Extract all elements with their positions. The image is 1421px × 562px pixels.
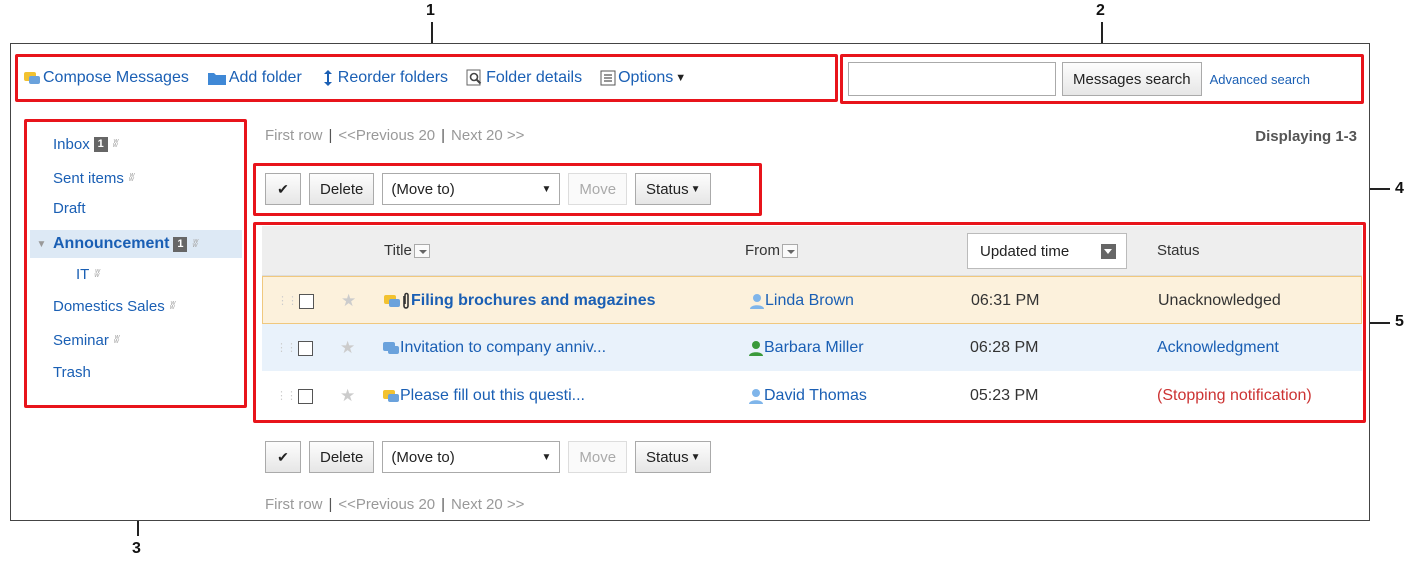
subscribe-icon: ʬ <box>112 138 119 150</box>
move-button[interactable]: Move <box>568 441 628 473</box>
first-row-link[interactable]: First row <box>265 127 323 144</box>
move-button[interactable]: Move <box>568 173 628 205</box>
message-title-link[interactable]: Invitation to company anniv... <box>400 339 606 357</box>
message-read-icon <box>383 342 399 354</box>
subscribe-icon: ʬ <box>128 172 135 184</box>
row-checkbox[interactable] <box>299 293 314 309</box>
message-title-link[interactable]: Filing brochures and magazines <box>411 292 656 310</box>
updated-time: 05:23 PM <box>970 387 1039 404</box>
from-column-header[interactable]: From <box>745 242 798 259</box>
subscribe-icon: ʬ <box>113 334 120 346</box>
displaying-count: Displaying 1-3 <box>1255 128 1357 145</box>
callout-3: 3 <box>132 540 141 557</box>
previous-page-link[interactable]: <<Previous 20 <box>338 127 435 144</box>
updated-time: 06:28 PM <box>970 339 1039 356</box>
next-page-link[interactable]: Next 20 >> <box>451 127 524 144</box>
folder-trash[interactable]: Trash <box>30 360 242 384</box>
previous-page-link[interactable]: <<Previous 20 <box>338 496 435 513</box>
chevron-down-icon: ▼ <box>690 183 701 195</box>
folder-sidebar: Inbox 1 ʬ Sent items ʬ Draft ▼ Announcem… <box>30 126 242 384</box>
folder-inbox[interactable]: Inbox 1 ʬ <box>30 132 242 156</box>
status-column-header: Status <box>1157 242 1200 259</box>
row-checkbox[interactable] <box>298 388 313 404</box>
attachment-icon <box>403 292 409 309</box>
sort-dropdown-icon[interactable] <box>413 243 430 258</box>
star-icon[interactable]: ★ <box>341 291 356 311</box>
table-row[interactable]: ⋮⋮ ★ Please fill out this questi... Davi… <box>262 372 1362 420</box>
folder-sent-items[interactable]: Sent items ʬ <box>30 166 242 190</box>
status-menu-button[interactable]: Status ▼ <box>635 173 712 205</box>
status-text: (Stopping notification) <box>1157 387 1312 404</box>
drag-handle-icon[interactable]: ⋮⋮ <box>277 277 298 325</box>
user-icon <box>749 341 763 356</box>
status-link[interactable]: Acknowledgment <box>1157 324 1279 372</box>
callout-box-2 <box>840 54 1364 104</box>
updated-time-sort-button[interactable]: Updated time <box>967 233 1127 269</box>
message-unread-icon <box>383 390 399 402</box>
drag-handle-icon[interactable]: ⋮⋮ <box>276 372 297 420</box>
user-icon <box>749 389 763 404</box>
sort-dropdown-icon[interactable] <box>782 243 798 258</box>
pager-top: First row | <<Previous 20 | Next 20 >> <box>265 127 525 144</box>
select-all-button[interactable]: ✔ <box>265 441 301 473</box>
collapse-triangle-icon[interactable]: ▼ <box>30 239 53 250</box>
callout-2: 2 <box>1096 2 1105 19</box>
select-all-button[interactable]: ✔ <box>265 173 301 205</box>
first-row-link[interactable]: First row <box>265 496 323 513</box>
pager-bottom: First row | <<Previous 20 | Next 20 >> <box>265 496 525 513</box>
folder-seminar[interactable]: Seminar ʬ <box>30 328 242 352</box>
message-title-link[interactable]: Please fill out this questi... <box>400 387 585 405</box>
table-row[interactable]: ⋮⋮ ★ Invitation to company anniv... Barb… <box>262 324 1362 372</box>
callout-5: 5 <box>1395 313 1404 330</box>
message-unread-icon <box>384 295 400 307</box>
chevron-down-icon: ▼ <box>690 451 701 463</box>
star-icon[interactable]: ★ <box>340 338 355 358</box>
sender-link[interactable]: Linda Brown <box>765 292 854 310</box>
message-actions-top: ✔ Delete (Move to) ▼ Move Status ▼ <box>265 173 712 205</box>
sender-link[interactable]: David Thomas <box>764 387 867 405</box>
status-text: Unacknowledged <box>1158 292 1281 309</box>
subscribe-icon: ʬ <box>169 300 176 312</box>
unread-count-badge: 1 <box>93 136 108 152</box>
sort-dropdown-icon[interactable] <box>1101 244 1116 259</box>
sender-link[interactable]: Barbara Miller <box>764 339 864 357</box>
move-to-select[interactable]: (Move to) ▼ <box>382 441 561 473</box>
callout-1: 1 <box>426 2 435 19</box>
drag-handle-icon[interactable]: ⋮⋮ <box>276 324 297 372</box>
subscribe-icon: ʬ <box>192 238 198 250</box>
updated-time: 06:31 PM <box>971 292 1040 309</box>
folder-it[interactable]: IT ʬ <box>30 262 242 286</box>
star-icon[interactable]: ★ <box>340 386 355 406</box>
row-checkbox[interactable] <box>298 340 313 356</box>
folder-domestics-sales[interactable]: Domestics Sales ʬ <box>30 294 242 318</box>
next-page-link[interactable]: Next 20 >> <box>451 496 524 513</box>
message-actions-bottom: ✔ Delete (Move to) ▼ Move Status ▼ <box>265 441 712 473</box>
delete-button[interactable]: Delete <box>309 441 375 473</box>
table-header: Title From Updated time Status <box>262 226 1362 276</box>
callout-box-1 <box>15 54 838 102</box>
table-row[interactable]: ⋮⋮ ★ Filing brochures and magazines Lind… <box>262 276 1362 324</box>
title-column-header[interactable]: Title <box>384 242 430 259</box>
folder-draft[interactable]: Draft <box>30 196 242 220</box>
user-icon <box>750 294 764 309</box>
subscribe-icon: ʬ <box>94 268 100 280</box>
status-menu-button[interactable]: Status ▼ <box>635 441 712 473</box>
folder-announcement[interactable]: ▼ Announcement 1 ʬ <box>30 230 242 258</box>
delete-button[interactable]: Delete <box>309 173 375 205</box>
unread-count-badge: 1 <box>173 236 188 252</box>
move-to-select[interactable]: (Move to) ▼ <box>382 173 561 205</box>
message-table: Title From Updated time Status ⋮⋮ ★ Fili… <box>262 226 1362 420</box>
chevron-down-icon: ▼ <box>541 451 552 463</box>
callout-4: 4 <box>1395 180 1404 197</box>
chevron-down-icon: ▼ <box>541 183 552 195</box>
